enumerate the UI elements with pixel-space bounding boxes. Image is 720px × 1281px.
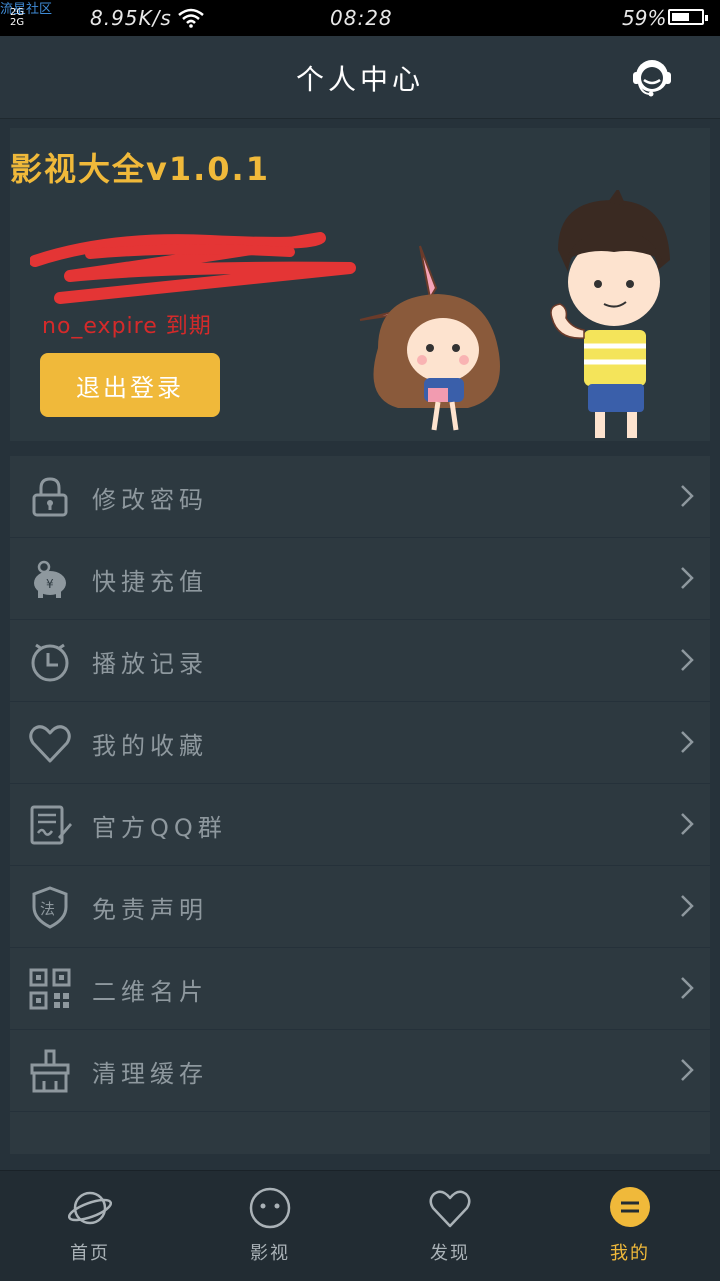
menu-item-disclaimer[interactable]: 法 免责声明 [10, 866, 710, 948]
menu-item-label: 我的收藏 [92, 732, 208, 760]
cartoon-girl-illustration [359, 245, 500, 431]
nav-tab-mine[interactable]: 我的 [540, 1171, 720, 1281]
svg-text:法: 法 [40, 900, 55, 918]
signal-indicator: 2G 2G [10, 7, 25, 28]
menu-item-play-history[interactable]: 播放记录 [10, 620, 710, 702]
menu-item-change-password[interactable]: 修改密码 [10, 456, 710, 538]
expire-text: no_expire 到期 [42, 314, 212, 339]
menu-item-label: 官方QQ群 [92, 814, 227, 842]
nav-tab-home[interactable]: 首页 [0, 1171, 180, 1281]
bottom-navigation: 首页 影视 发现 我的 [0, 1170, 720, 1281]
chevron-right-icon [681, 649, 694, 671]
clock-icon [31, 643, 69, 682]
menu-item-favorites[interactable]: 我的收藏 [10, 702, 710, 784]
chevron-right-icon [681, 485, 694, 507]
menu-item-official-qq-group[interactable]: 官方QQ群 [10, 784, 710, 866]
redacted-username [30, 232, 356, 304]
nav-label: 发现 [430, 1243, 470, 1264]
network-speed: 8.95K/s [90, 6, 172, 30]
watermark-text: 流星社区 [0, 2, 53, 17]
nav-tab-discover[interactable]: 发现 [360, 1171, 540, 1281]
menu-item-label: 清理缓存 [92, 1060, 208, 1088]
svg-text:¥: ¥ [46, 577, 54, 591]
chevron-right-icon [681, 1059, 694, 1081]
planet-icon [68, 1191, 112, 1225]
menu-item-clear-cache[interactable]: 清理缓存 [10, 1030, 710, 1112]
nav-label: 首页 [70, 1243, 110, 1264]
document-edit-icon [30, 805, 72, 845]
menu-item-qr-card[interactable]: 二维名片 [10, 948, 710, 1030]
qr-code-icon [29, 968, 71, 1010]
nav-label: 我的 [610, 1243, 650, 1264]
logout-button[interactable]: 退出登录 [40, 353, 220, 417]
title-bar: 个人中心 [0, 36, 720, 119]
heart-icon [29, 725, 71, 763]
settings-menu: 修改密码 ¥ 快捷充值 播放记录 我的收藏 官方QQ群 法 免责声明 二维名片 … [10, 456, 710, 1154]
nav-tab-movies[interactable]: 影视 [180, 1171, 360, 1281]
menu-item-label: 快捷充值 [92, 568, 208, 596]
menu-item-label: 二维名片 [92, 978, 208, 1006]
profile-card: 影视大全v1.0.1 no_expire 到期 退出登录 [10, 128, 710, 441]
law-shield-icon: 法 [32, 886, 68, 929]
battery-icon [668, 9, 708, 25]
lock-icon [32, 477, 68, 517]
nav-label: 影视 [250, 1243, 290, 1264]
app-version-title: 影视大全v1.0.1 [10, 150, 270, 188]
menu-item-quick-recharge[interactable]: ¥ 快捷充值 [10, 538, 710, 620]
chevron-right-icon [681, 895, 694, 917]
piggy-bank-icon: ¥ [34, 560, 66, 598]
menu-circle-icon [610, 1187, 650, 1227]
clock-time: 08:28 [330, 6, 393, 30]
heart-icon [429, 1190, 471, 1228]
broom-icon [30, 1049, 70, 1093]
menu-item-label: 播放记录 [92, 650, 208, 678]
page-title: 个人中心 [295, 63, 424, 96]
menu-item-label: 免责声明 [92, 896, 208, 924]
battery-percentage: 59% [622, 6, 667, 30]
customer-service-icon[interactable] [630, 56, 674, 100]
chevron-right-icon [681, 813, 694, 835]
status-bar: 流星社区 2G 2G 8.95K/s 08:28 59% [0, 0, 720, 36]
cartoon-boy-illustration [550, 190, 670, 438]
chevron-right-icon [681, 731, 694, 753]
wifi-icon [178, 8, 204, 28]
smiley-face-icon [249, 1187, 291, 1229]
chevron-right-icon [681, 567, 694, 589]
menu-item-label: 修改密码 [92, 486, 208, 514]
chevron-right-icon [681, 977, 694, 999]
